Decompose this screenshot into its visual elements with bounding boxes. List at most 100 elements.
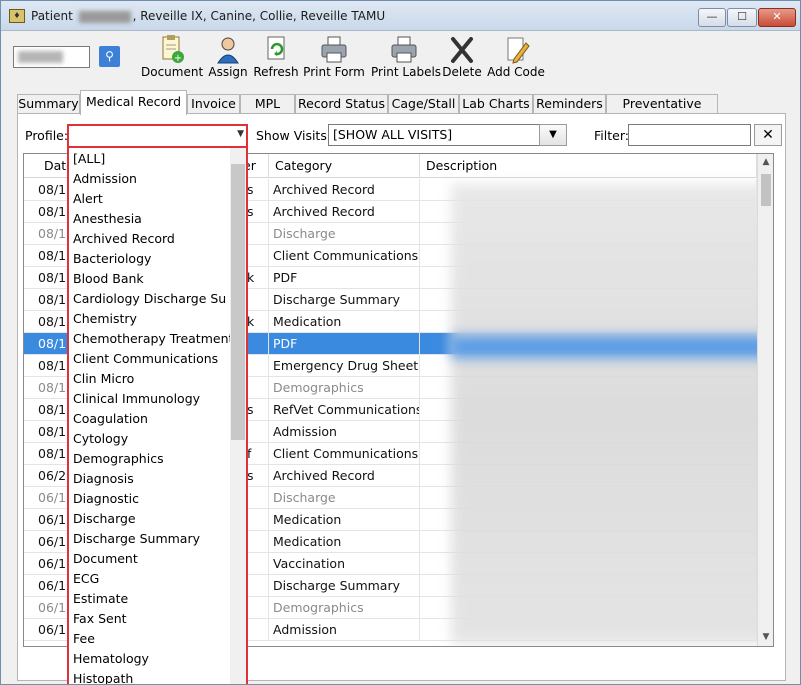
category-cell: Admission: [269, 619, 420, 641]
category-cell: Archived Record: [269, 179, 420, 201]
category-cell: Vaccination: [269, 553, 420, 575]
pencil-icon: [500, 35, 532, 65]
category-cell: Medication: [269, 509, 420, 531]
profile-option[interactable]: Blood Bank: [73, 269, 144, 289]
redacted-patient-id: [78, 10, 131, 23]
minimize-button[interactable]: —: [698, 8, 726, 27]
profile-option[interactable]: Anesthesia: [73, 209, 142, 229]
profile-option[interactable]: ECG: [73, 569, 99, 589]
tab-summary[interactable]: Summary: [17, 94, 80, 114]
refresh-icon: [260, 35, 292, 65]
profile-option[interactable]: Admission: [73, 169, 137, 189]
delete-label: Delete: [442, 65, 482, 79]
tab-reminders[interactable]: Reminders: [533, 94, 606, 114]
profile-option[interactable]: Bacteriology: [73, 249, 151, 269]
profile-option[interactable]: Estimate: [73, 589, 128, 609]
category-cell: Discharge: [269, 223, 420, 245]
app-icon: ♦: [9, 9, 25, 23]
profile-option[interactable]: Chemistry: [73, 309, 137, 329]
category-cell: Archived Record: [269, 201, 420, 223]
patient-window: ♦ Patient , Reveille IX, Canine, Collie,…: [0, 0, 801, 685]
print-form-label: Print Form: [303, 65, 365, 79]
header-date[interactable]: Date: [24, 154, 68, 178]
profile-option[interactable]: Alert: [73, 189, 103, 209]
profile-option[interactable]: Chemotherapy Treatment: [73, 329, 233, 349]
tab-mpl[interactable]: MPL: [240, 94, 295, 114]
category-cell: RefVet Communications: [269, 399, 420, 421]
profile-option[interactable]: Hematology: [73, 649, 149, 669]
dropdown-scrollbar[interactable]: [230, 148, 246, 684]
category-cell: Archived Record: [269, 465, 420, 487]
show-visits-dropdown-button[interactable]: ▼: [539, 124, 567, 146]
document-label: Document: [141, 65, 204, 79]
profile-option[interactable]: Clin Micro: [73, 369, 134, 389]
print-labels-label: Print Labels: [371, 65, 442, 79]
clear-filter-button[interactable]: ✕: [754, 124, 782, 146]
profile-option[interactable]: Fax Sent: [73, 609, 127, 629]
refresh-button[interactable]: Refresh: [253, 35, 299, 83]
print-form-button[interactable]: Print Form: [303, 35, 365, 83]
patient-id-input[interactable]: [13, 46, 90, 68]
category-cell: Discharge: [269, 487, 420, 509]
profile-option[interactable]: Discharge: [73, 509, 136, 529]
svg-text:+: +: [174, 53, 182, 64]
category-cell: PDF: [269, 267, 420, 289]
chevron-down-icon: ▼: [237, 129, 244, 139]
profile-option[interactable]: Archived Record: [73, 229, 175, 249]
category-cell: PDF: [269, 333, 420, 355]
redacted-id: [18, 51, 63, 63]
category-cell: Medication: [269, 531, 420, 553]
tab-lab-charts[interactable]: Lab Charts: [459, 94, 533, 114]
assign-button[interactable]: Assign: [207, 35, 249, 83]
profile-option[interactable]: Diagnostic: [73, 489, 139, 509]
delete-icon: [446, 35, 478, 65]
filter-input[interactable]: [628, 124, 751, 146]
close-button[interactable]: ✕: [758, 8, 796, 27]
printer-icon: [318, 35, 350, 65]
chevron-down-icon: ▼: [549, 129, 557, 140]
profile-option[interactable]: Discharge Summary: [73, 529, 200, 549]
scroll-up-icon[interactable]: ▲: [758, 154, 773, 171]
document-button[interactable]: + Document: [141, 35, 204, 83]
category-cell: Emergency Drug Sheet: [269, 355, 420, 377]
document-add-icon: +: [155, 35, 187, 65]
profile-option[interactable]: Demographics: [73, 449, 164, 469]
profile-label: Profile:: [25, 128, 69, 143]
show-visits-select[interactable]: [SHOW ALL VISITS]: [328, 124, 540, 146]
profile-dropdown-list: [ALL] Admission Alert Anesthesia Archived Re…: [67, 146, 248, 684]
profile-option[interactable]: Cytology: [73, 429, 128, 449]
profile-option[interactable]: Client Communications: [73, 349, 218, 369]
profile-select[interactable]: ▼: [67, 124, 248, 148]
profile-option[interactable]: Document: [73, 549, 138, 569]
add-code-button[interactable]: Add Code: [487, 35, 545, 83]
tab-cage-stall[interactable]: Cage/Stall: [388, 94, 459, 114]
maximize-button[interactable]: ☐: [727, 8, 757, 27]
profile-option[interactable]: Clinical Immunology: [73, 389, 200, 409]
profile-option[interactable]: [ALL]: [73, 149, 105, 169]
scroll-thumb[interactable]: [761, 174, 771, 206]
dropdown-scroll-thumb[interactable]: [231, 164, 245, 440]
tab-preventative-care[interactable]: Preventative Care: [606, 94, 718, 129]
category-cell: Demographics: [269, 377, 420, 399]
profile-option[interactable]: Cardiology Discharge Su: [73, 289, 226, 309]
tab-medical-record[interactable]: Medical Record: [80, 90, 187, 115]
profile-option[interactable]: Diagnosis: [73, 469, 134, 489]
show-visits-label: Show Visits:: [256, 128, 332, 143]
redacted-descriptions: [451, 184, 773, 644]
search-button[interactable]: ⚲: [99, 46, 120, 67]
header-category[interactable]: Category: [269, 154, 420, 178]
profile-option[interactable]: Fee: [73, 629, 95, 649]
tab-bar: Summary Medical Record Invoice MPL Recor…: [17, 90, 777, 129]
profile-option[interactable]: Histopath: [73, 669, 133, 684]
header-description[interactable]: Description: [420, 154, 757, 178]
category-cell: Client Communications: [269, 245, 420, 267]
scroll-down-icon[interactable]: ▼: [758, 629, 773, 646]
grid-scrollbar[interactable]: ▲ ▼: [757, 154, 773, 646]
tab-invoice[interactable]: Invoice: [187, 94, 240, 114]
print-labels-button[interactable]: Print Labels: [371, 35, 442, 83]
assign-label: Assign: [208, 65, 248, 79]
tab-record-status[interactable]: Record Status: [295, 94, 388, 114]
delete-button[interactable]: Delete: [442, 35, 482, 83]
profile-option[interactable]: Coagulation: [73, 409, 148, 429]
category-cell: Demographics: [269, 597, 420, 619]
